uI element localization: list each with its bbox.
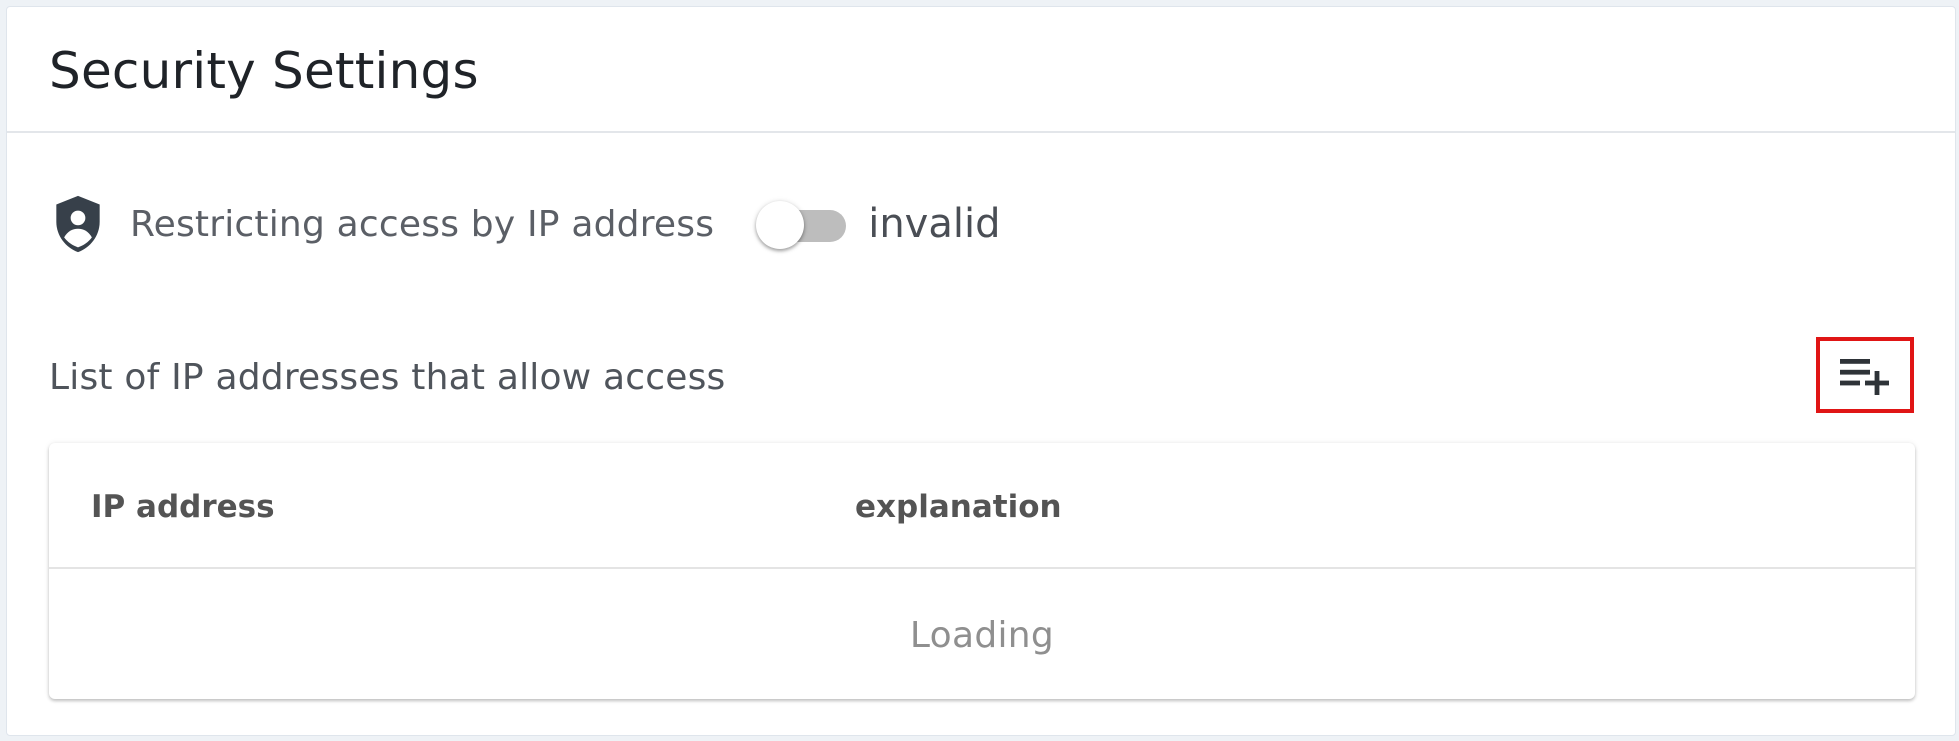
column-header-explanation: explanation: [855, 489, 1062, 525]
playlist-add-icon: [1838, 355, 1892, 395]
ip-restriction-toggle[interactable]: [756, 200, 848, 249]
page-title: Security Settings: [49, 42, 479, 100]
security-settings-card: Security Settings Restricting access by …: [6, 6, 1956, 736]
card-header: Security Settings: [7, 7, 1955, 133]
toggle-thumb: [756, 201, 805, 249]
ip-restriction-label: Restricting access by IP address: [130, 203, 715, 245]
column-header-ip-address: IP address: [91, 489, 275, 525]
shield-account-icon: [52, 193, 104, 255]
ip-restriction-row: Restricting access by IP address invalid: [52, 193, 1000, 255]
table-header-row: IP address explanation: [49, 443, 1915, 569]
table-body: Loading: [49, 571, 1915, 699]
ip-address-table: IP address explanation Loading: [49, 443, 1915, 699]
allow-list-title: List of IP addresses that allow access: [49, 357, 726, 398]
toggle-state-text: invalid: [868, 201, 1001, 247]
add-ip-address-button[interactable]: [1816, 337, 1914, 413]
loading-message: Loading: [909, 614, 1055, 656]
